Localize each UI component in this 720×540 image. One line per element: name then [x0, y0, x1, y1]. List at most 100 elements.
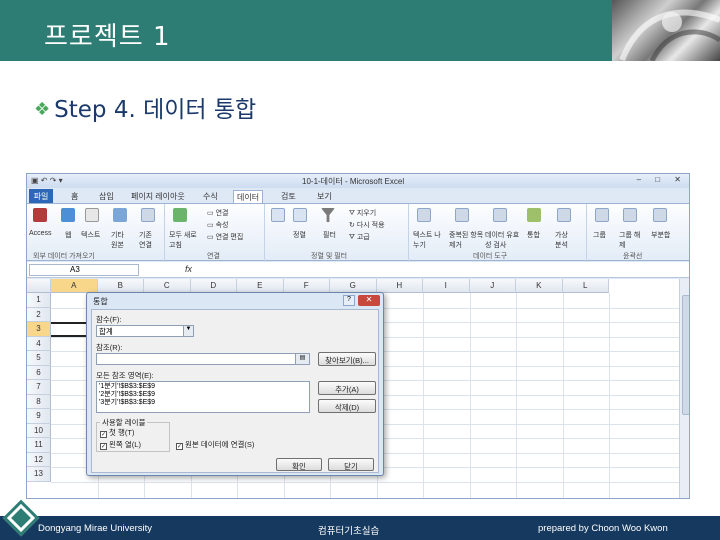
row-header[interactable]: 1 — [27, 293, 51, 308]
clear-button[interactable]: ⛛ 지우기 — [349, 208, 376, 218]
access-button[interactable]: Access — [29, 230, 52, 237]
ok-button[interactable]: 확인 — [276, 458, 322, 471]
list-item[interactable]: '1분기'!$B$3:$E$9 — [99, 383, 307, 391]
tab-home[interactable]: 홈 — [71, 191, 78, 202]
vertical-scrollbar[interactable] — [679, 279, 689, 498]
properties-button[interactable]: ▭ 속성 — [207, 220, 228, 230]
tab-insert[interactable]: 삽입 — [99, 191, 114, 202]
create-links-checkbox[interactable]: ✓ 원본 데이터에 연결(S) — [176, 439, 254, 450]
column-header[interactable]: A — [51, 279, 98, 293]
grid-line — [516, 293, 517, 498]
tab-file[interactable]: 파일 — [29, 189, 53, 203]
ungroup-button[interactable]: 그룹 해제 — [619, 230, 641, 250]
excel-window-title: 10-1-데이터 - Microsoft Excel — [302, 177, 405, 186]
ungroup-icon — [623, 208, 637, 222]
name-box[interactable]: A3 — [29, 264, 139, 276]
column-header[interactable]: K — [516, 279, 563, 293]
reapply-button[interactable]: ↻ 다시 적용 — [349, 220, 385, 230]
subtotal-button[interactable]: 부분합 — [651, 230, 670, 240]
consolidate-button[interactable]: 통합 — [527, 230, 540, 240]
row-header[interactable]: 8 — [27, 394, 51, 409]
text-button[interactable]: 텍스트 — [81, 230, 100, 240]
add-button[interactable]: 추가(A) — [318, 381, 376, 395]
row-header[interactable]: 7 — [27, 380, 51, 395]
column-header[interactable]: D — [190, 279, 237, 293]
column-header[interactable]: F — [283, 279, 330, 293]
web-button[interactable]: 웹 — [65, 230, 71, 240]
tab-review[interactable]: 검토 — [281, 191, 296, 202]
group-data-tools: 텍스트 나누기 중복된 항목 제거 데이터 유효성 검사 통합 가상 분석 데이… — [411, 204, 587, 262]
row-header[interactable]: 6 — [27, 365, 51, 380]
checkmark-icon: ✓ — [176, 443, 183, 450]
other-sources-button[interactable]: 기타 원본 — [111, 230, 131, 250]
top-row-checkbox[interactable]: ✓ 첫 행(T) — [100, 427, 134, 438]
list-item[interactable]: '3분기'!$B$3:$E$9 — [99, 399, 307, 407]
grid-line — [562, 293, 564, 498]
row-header[interactable]: 5 — [27, 351, 51, 366]
row-header[interactable]: 13 — [27, 467, 51, 482]
tab-view[interactable]: 보기 — [317, 191, 332, 202]
row-header[interactable]: 9 — [27, 409, 51, 424]
create-links-label: 원본 데이터에 연결(S) — [185, 440, 255, 449]
close-icon[interactable]: ✕ — [358, 295, 380, 306]
function-select[interactable]: 합계 ▼ — [96, 325, 194, 337]
list-item[interactable]: '2분기'!$B$3:$E$9 — [99, 391, 307, 399]
row-header[interactable]: 11 — [27, 438, 51, 453]
group-button[interactable]: 그룹 — [593, 230, 606, 240]
row-header[interactable]: 2 — [27, 307, 51, 322]
row-header[interactable]: 3 — [27, 322, 51, 337]
column-header[interactable]: B — [97, 279, 144, 293]
data-validation-button[interactable]: 데이터 유효성 검사 — [485, 230, 521, 250]
scrollbar-thumb[interactable] — [682, 295, 689, 415]
connections-button[interactable]: ▭ 연결 — [207, 208, 228, 218]
quick-access-icons[interactable]: ▣ ↶ ↷ ▾ — [31, 176, 63, 185]
reference-input[interactable]: ▤ — [96, 353, 310, 365]
existing-connections-button[interactable]: 기존 연결 — [139, 230, 159, 250]
column-header[interactable]: L — [562, 279, 609, 293]
window-buttons[interactable]: – □ ✕ — [637, 175, 687, 184]
left-column-checkbox[interactable]: ✓ 왼쪽 열(L) — [100, 439, 141, 450]
edit-links-button[interactable]: ▭ 연결 편집 — [207, 232, 243, 242]
slide: 프로젝트 1 ❖ Step 4. 데이터 통합 ▣ ↶ ↷ ▾ 10-1-데이터 … — [0, 0, 720, 540]
help-icon[interactable]: ? — [343, 295, 355, 306]
all-references-list[interactable]: '1분기'!$B$3:$E$9 '2분기'!$B$3:$E$9 '3분기'!$B… — [96, 381, 310, 413]
remove-duplicates-button[interactable]: 중복된 항목 제거 — [449, 230, 485, 250]
group-outline: 그룹 그룹 해제 부분합 윤곽선 — [589, 204, 689, 262]
what-if-button[interactable]: 가상 분석 — [555, 230, 575, 250]
other-sources-icon — [113, 208, 127, 222]
sort-button[interactable]: 정렬 — [293, 230, 306, 240]
refresh-all-button[interactable]: 모두 새로 고침 — [169, 230, 199, 250]
row-header[interactable]: 10 — [27, 423, 51, 438]
fx-icon[interactable]: fx — [185, 264, 192, 274]
advanced-label: 고급 — [356, 234, 370, 241]
row-header[interactable]: 12 — [27, 452, 51, 467]
consolidate-dialog: 통합 ? ✕ 함수(F): 합계 ▼ 참조(R): ▤ 찾아보기(B)... 모… — [86, 292, 384, 476]
diamond-bullet-icon: ❖ — [34, 99, 51, 120]
close-button[interactable]: 닫기 — [328, 458, 374, 471]
web-icon — [61, 208, 75, 222]
grid-line — [469, 293, 471, 498]
collapse-range-icon[interactable]: ▤ — [295, 354, 309, 364]
select-all-corner[interactable] — [27, 279, 51, 293]
column-header[interactable]: J — [469, 279, 516, 293]
browse-button[interactable]: 찾아보기(B)... — [318, 352, 376, 366]
column-header[interactable]: C — [144, 279, 191, 293]
excel-titlebar: ▣ ↶ ↷ ▾ 10-1-데이터 - Microsoft Excel – □ ✕ — [27, 174, 689, 188]
text-to-columns-button[interactable]: 텍스트 나누기 — [413, 230, 443, 250]
chevron-down-icon[interactable]: ▼ — [183, 326, 193, 336]
advanced-button[interactable]: ⛛ 고급 — [349, 232, 370, 242]
filter-button[interactable]: 필터 — [323, 230, 336, 240]
subtitle-text: Step 4. 데이터 통합 — [54, 97, 257, 123]
tab-page-layout[interactable]: 페이지 레이아웃 — [131, 191, 185, 202]
sort-icon — [293, 208, 307, 222]
column-header[interactable]: G — [330, 279, 377, 293]
column-header[interactable]: H — [376, 279, 423, 293]
checkmark-icon: ✓ — [100, 431, 107, 438]
tab-formulas[interactable]: 수식 — [203, 191, 218, 202]
tab-data[interactable]: 데이터 — [233, 190, 264, 203]
row-header[interactable]: 4 — [27, 336, 51, 351]
delete-button[interactable]: 삭제(D) — [318, 399, 376, 413]
column-header[interactable]: E — [237, 279, 284, 293]
logo-swirl-icon — [619, 9, 720, 61]
column-header[interactable]: I — [423, 279, 470, 293]
